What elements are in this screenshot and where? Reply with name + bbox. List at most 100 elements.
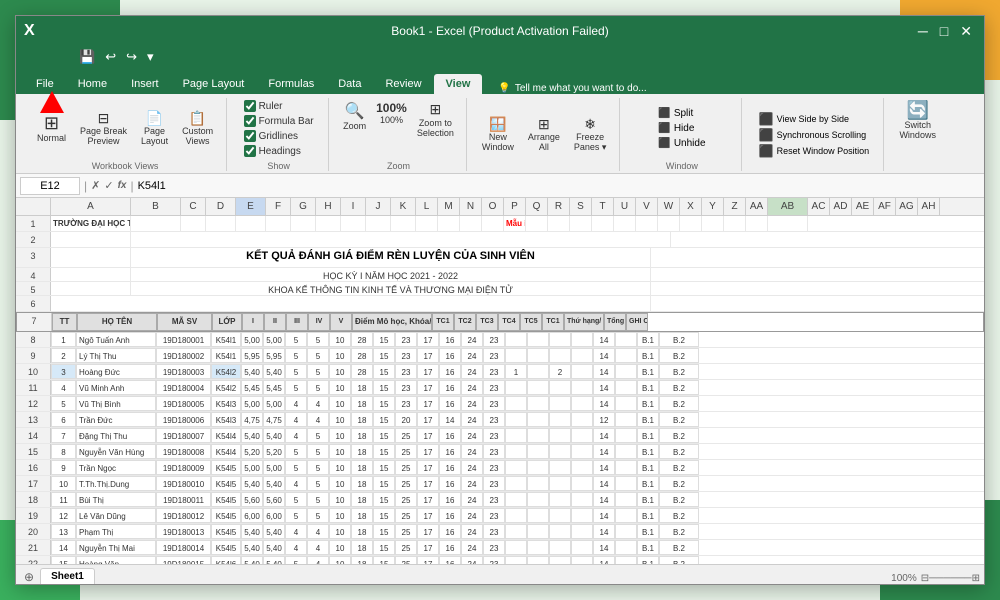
cell-i1-20[interactable]: 4 (285, 524, 307, 539)
cell-d6-8[interactable]: 23 (395, 332, 417, 347)
cell-d10-14[interactable]: 23 (483, 428, 505, 443)
cell-hoten-13[interactable]: Trần Đức (76, 412, 156, 427)
cell-d2-16[interactable]: 5,00 (263, 460, 285, 475)
cell-d7-20[interactable]: 17 (417, 524, 439, 539)
formula-input[interactable] (138, 180, 980, 192)
cell-d6-22[interactable]: 25 (395, 556, 417, 564)
cell-d8-13[interactable]: 14 (439, 412, 461, 427)
cell-tong-13[interactable]: 12 (593, 412, 615, 427)
cell-d10-17[interactable]: 23 (483, 476, 505, 491)
cell-d3-20[interactable]: 10 (329, 524, 351, 539)
cell-tt-17[interactable]: 10 (51, 476, 76, 491)
cell-v3-21[interactable] (549, 540, 571, 555)
cell-lop-14[interactable]: K54l4 (211, 428, 241, 443)
cell-v1-12[interactable] (505, 396, 527, 411)
cell-d9-17[interactable]: 24 (461, 476, 483, 491)
cell-TC2-header[interactable]: TC2 (454, 313, 476, 331)
cell-d9-14[interactable]: 24 (461, 428, 483, 443)
cell-III-header[interactable]: III (286, 313, 308, 331)
cell-R1[interactable] (548, 216, 570, 231)
cell-v2-22[interactable] (527, 556, 549, 564)
cell-d8-16[interactable]: 16 (439, 460, 461, 475)
zoom-btn[interactable]: 🔍 Zoom (339, 98, 370, 141)
cell-tong-17[interactable]: 14 (593, 476, 615, 491)
cell-B1[interactable] (131, 216, 181, 231)
cell-T1[interactable] (592, 216, 614, 231)
cell-tong-16[interactable]: 14 (593, 460, 615, 475)
cell-d3-21[interactable]: 10 (329, 540, 351, 555)
gridlines-check[interactable]: Gridlines (244, 130, 314, 142)
cell-d8-21[interactable]: 16 (439, 540, 461, 555)
cell-ghi1-22[interactable]: B.1 (637, 556, 659, 564)
cell-i2-11[interactable]: 5 (307, 380, 329, 395)
cell-v1-21[interactable] (505, 540, 527, 555)
cell-v2-13[interactable] (527, 412, 549, 427)
col-C[interactable]: C (181, 198, 206, 215)
cell-ghi1-10[interactable]: B.1 (637, 364, 659, 379)
cell-ghi1-13[interactable]: B.1 (637, 412, 659, 427)
cell-lop-9[interactable]: K54l1 (211, 348, 241, 363)
cell-v4-20[interactable] (571, 524, 593, 539)
cell-ghi2-8[interactable]: B.2 (659, 332, 699, 347)
cell-d1-18[interactable]: 5,60 (241, 492, 263, 507)
name-box[interactable] (20, 177, 80, 195)
col-D[interactable]: D (206, 198, 236, 215)
cell-diem-14[interactable] (615, 428, 637, 443)
cell-d1-13[interactable]: 4,75 (241, 412, 263, 427)
cell-ghi2-18[interactable]: B.2 (659, 492, 699, 507)
col-K[interactable]: K (391, 198, 416, 215)
cell-d7-11[interactable]: 17 (417, 380, 439, 395)
cell-ghi1-20[interactable]: B.1 (637, 524, 659, 539)
cell-diem-10[interactable] (615, 364, 637, 379)
cell-diem-17[interactable] (615, 476, 637, 491)
cell-A5[interactable] (51, 282, 131, 295)
cell-tt-8[interactable]: 1 (51, 332, 76, 347)
cell-d4-12[interactable]: 18 (351, 396, 373, 411)
cell-d5-16[interactable]: 15 (373, 460, 395, 475)
cell-v1-22[interactable] (505, 556, 527, 564)
cell-d9-21[interactable]: 24 (461, 540, 483, 555)
cell-M1[interactable] (438, 216, 460, 231)
freeze-panes-btn[interactable]: ❄ FreezePanes ▾ (569, 114, 612, 156)
formula-bar-check[interactable]: Formula Bar (244, 115, 314, 127)
sheet-tab-1[interactable]: Sheet1 (40, 568, 95, 584)
cell-lop-13[interactable]: K54l3 (211, 412, 241, 427)
cell-tt-18[interactable]: 11 (51, 492, 76, 507)
cell-v4-15[interactable] (571, 444, 593, 459)
hide-btn[interactable]: ⬛ Hide (655, 122, 708, 135)
cell-d3-10[interactable]: 10 (329, 364, 351, 379)
cell-d3-14[interactable]: 10 (329, 428, 351, 443)
cell-d4-21[interactable]: 18 (351, 540, 373, 555)
cell-v3-22[interactable] (549, 556, 571, 564)
cell-ghi1-8[interactable]: B.1 (637, 332, 659, 347)
cell-d5-12[interactable]: 15 (373, 396, 395, 411)
cell-d5-8[interactable]: 15 (373, 332, 395, 347)
cell-d6-18[interactable]: 25 (395, 492, 417, 507)
page-break-btn[interactable]: ⊟ Page BreakPreview (75, 108, 132, 150)
cell-ghi2-9[interactable]: B.2 (659, 348, 699, 363)
cell-d7-13[interactable]: 17 (417, 412, 439, 427)
cell-MaSV-header[interactable]: MÃ SV (157, 313, 212, 331)
cell-d5-18[interactable]: 15 (373, 492, 395, 507)
cell-v4-13[interactable] (571, 412, 593, 427)
cell-hoten-8[interactable]: Ngô Tuấn Anh (76, 332, 156, 347)
cell-d4-18[interactable]: 18 (351, 492, 373, 507)
cell-d6-16[interactable]: 25 (395, 460, 417, 475)
col-N[interactable]: N (460, 198, 482, 215)
cell-tt-12[interactable]: 5 (51, 396, 76, 411)
tab-home[interactable]: Home (66, 74, 119, 94)
cell-tong-20[interactable]: 14 (593, 524, 615, 539)
cell-lop-8[interactable]: K54l1 (211, 332, 241, 347)
cell-tong-12[interactable]: 14 (593, 396, 615, 411)
cell-d8-11[interactable]: 16 (439, 380, 461, 395)
cell-v1-18[interactable] (505, 492, 527, 507)
cell-TC5-header[interactable]: TC5 (520, 313, 542, 331)
cell-d2-19[interactable]: 6,00 (263, 508, 285, 523)
cell-d2-9[interactable]: 5,95 (263, 348, 285, 363)
cell-masv-21[interactable]: 19D180014 (156, 540, 211, 555)
cell-d7-12[interactable]: 17 (417, 396, 439, 411)
cell-lop-19[interactable]: K54l5 (211, 508, 241, 523)
cell-ghi1-12[interactable]: B.1 (637, 396, 659, 411)
cell-AB1[interactable] (768, 216, 808, 231)
col-O[interactable]: O (482, 198, 504, 215)
